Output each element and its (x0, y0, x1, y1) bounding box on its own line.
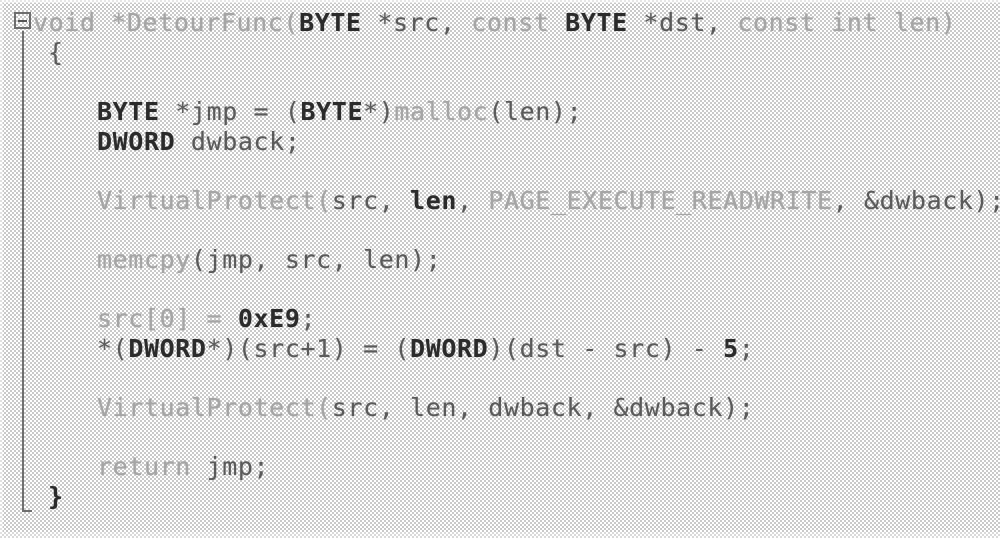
code-token: *( (97, 334, 129, 363)
code-line: void *DetourFunc(BYTE *src, const BYTE *… (33, 8, 956, 38)
code-line: { (48, 38, 64, 68)
code-token: BYTE (300, 97, 364, 126)
code-line: BYTE *jmp = (BYTE*)malloc(len); (97, 97, 582, 127)
code-token: *) (363, 97, 395, 126)
code-token: const int len) (737, 8, 957, 37)
code-token: ; (300, 304, 317, 333)
code-listing-screenshot: void *DetourFunc(BYTE *src, const BYTE *… (0, 0, 1000, 538)
code-line: VirtualProtect(src, len, dwback, &dwback… (97, 393, 754, 423)
code-line: DWORD dwback; (97, 127, 300, 157)
code-token: )(dst - src) - (488, 334, 724, 363)
code-token: src[0] = (97, 304, 238, 333)
code-token: *dst, (627, 8, 738, 37)
code-token: jmp; (190, 452, 270, 481)
code-body: void *DetourFunc(BYTE *src, const BYTE *… (0, 0, 1000, 538)
code-token: BYTE (97, 97, 160, 126)
code-token: src, (331, 186, 411, 215)
code-token: (jmp, src, len); (190, 245, 442, 274)
code-token: BYTE (299, 8, 362, 37)
code-token: , (457, 186, 489, 215)
code-token: const (471, 8, 566, 37)
code-token: DWORD (410, 334, 489, 363)
code-token: return (97, 452, 191, 481)
code-token: PAGE_EXECUTE_READWRITE (488, 186, 833, 215)
code-token: src, len, dwback, &dwback); (331, 393, 755, 422)
code-token: BYTE (565, 8, 628, 37)
code-line: src[0] = 0xE9; (97, 304, 316, 334)
code-token: malloc (394, 97, 489, 126)
code-token: 5 (723, 334, 739, 363)
code-token: *jmp = ( (159, 97, 301, 126)
code-token: *src, (361, 8, 472, 37)
code-token: , &dwback); (832, 186, 1000, 215)
code-line: *(DWORD*)(src+1) = (DWORD)(dst - src) - … (97, 334, 754, 364)
code-token: dwback; (175, 127, 301, 156)
code-token: { (48, 38, 64, 67)
code-token: VirtualProtect( (97, 186, 332, 215)
code-token: VirtualProtect( (97, 393, 332, 422)
code-token: DWORD (128, 334, 207, 363)
code-token: } (48, 482, 64, 511)
code-token: void *DetourFunc( (33, 8, 300, 37)
code-line: return jmp; (97, 452, 269, 482)
code-token: *)(src+1) = ( (206, 334, 411, 363)
code-line: VirtualProtect(src, len, PAGE_EXECUTE_RE… (97, 186, 1000, 216)
code-token: len (410, 186, 458, 215)
code-token: ; (738, 334, 755, 363)
code-line: } (48, 482, 64, 512)
code-token: (len); (488, 97, 583, 126)
code-token: 0xE9 (237, 304, 301, 333)
code-line: memcpy(jmp, src, len); (97, 245, 441, 275)
code-token: memcpy (97, 245, 191, 274)
code-token: DWORD (97, 127, 176, 156)
